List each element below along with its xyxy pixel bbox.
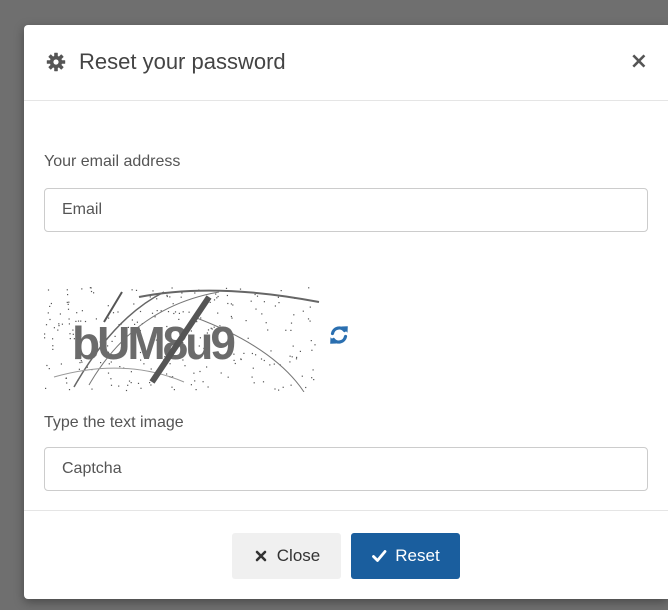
reset-button-label: Reset [395,546,440,565]
close-icon[interactable]: × [630,51,648,73]
captcha-label: Type the text image [44,414,184,431]
email-field[interactable] [44,188,648,232]
captcha-text: bUM8u9 [72,317,234,369]
reset-password-modal: Reset your password × Your email address… [24,25,668,599]
times-icon [255,550,267,562]
reset-button[interactable]: Reset [351,533,460,579]
captcha-image: bUM8u9 [44,287,324,392]
close-button[interactable]: Close [232,533,341,579]
modal-header: Reset your password × [24,25,668,101]
modal-footer: Close Reset [24,510,668,599]
close-button-label: Close [276,546,321,565]
captcha-field[interactable] [44,447,648,491]
email-label: Your email address [44,153,181,170]
modal-title: Reset your password [79,49,286,74]
refresh-icon[interactable] [328,324,350,346]
modal-body: Your email address bUM8u9 Type the text … [24,102,668,510]
check-icon [372,550,387,562]
gear-icon [46,52,66,72]
